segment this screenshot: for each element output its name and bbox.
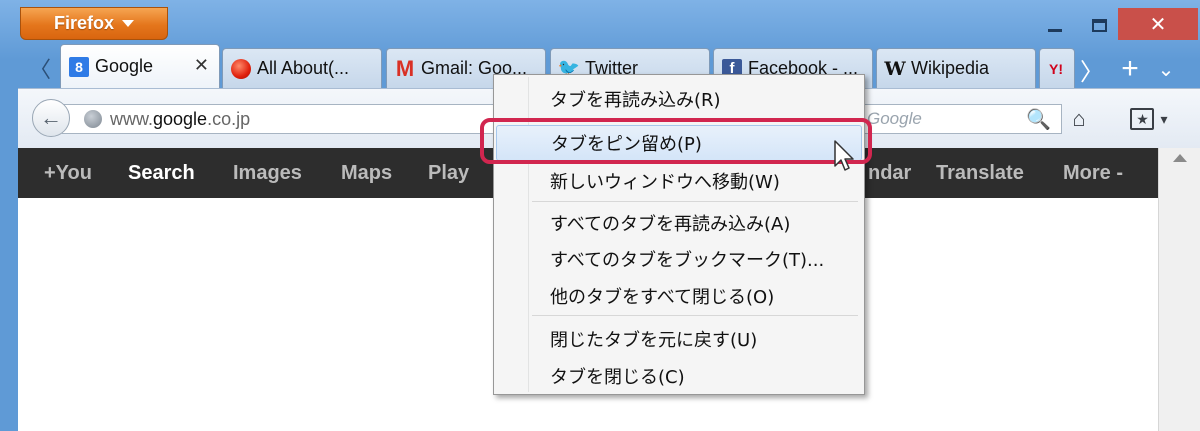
- chevron-down-icon: ⌄: [1157, 58, 1175, 81]
- highlight-annotation: [480, 118, 872, 164]
- search-placeholder: Google: [867, 109, 922, 128]
- menu-item-reload-tab[interactable]: タブを再読み込み(R): [496, 81, 862, 117]
- tab-scroll-left-button[interactable]: 〈: [28, 56, 52, 82]
- bookmarks-button[interactable]: ★ ▾: [1120, 103, 1178, 135]
- menu-item-undo-close-tab[interactable]: 閉じたタブを元に戻す(U): [496, 321, 862, 357]
- gmail-favicon-icon: M: [395, 55, 415, 81]
- allabout-favicon-icon: [231, 58, 251, 79]
- menu-item-bookmark-all-tabs[interactable]: すべてのタブをブックマーク(T)...: [496, 241, 862, 277]
- menu-item-move-to-new-window[interactable]: 新しいウィンドウへ移動(W): [496, 163, 862, 199]
- menu-item-reload-all-tabs[interactable]: すべてのタブを再読み込み(A): [496, 205, 862, 241]
- gbar-item-calendar[interactable]: ndar: [868, 148, 911, 198]
- gbar-item-images[interactable]: Images: [233, 148, 302, 198]
- plus-icon: +: [1121, 52, 1139, 85]
- new-tab-button[interactable]: +: [1116, 52, 1144, 85]
- tab-label: All About(...: [257, 58, 350, 78]
- gbar-item-maps[interactable]: Maps: [341, 148, 392, 198]
- firefox-window: Firefox ✕ 〈 8 Google ✕ All About(... M G…: [0, 0, 1200, 431]
- wikipedia-favicon-icon: W: [884, 57, 906, 80]
- tab-label: Wikipedia: [911, 58, 990, 78]
- dropdown-arrow-icon: [122, 20, 134, 27]
- list-all-tabs-button[interactable]: ⌄: [1152, 56, 1180, 82]
- menu-item-close-other-tabs[interactable]: 他のタブをすべて閉じる(O): [496, 278, 862, 314]
- google-favicon-icon: 8: [69, 56, 89, 77]
- minimize-button[interactable]: [1040, 10, 1070, 40]
- close-icon: ✕: [1149, 13, 1167, 36]
- tab-label: Google: [95, 56, 154, 76]
- gbar-item-translate[interactable]: Translate: [936, 148, 1024, 198]
- tab-scroll-right-button[interactable]: 〉: [1078, 56, 1106, 86]
- menu-item-close-tab[interactable]: タブを閉じる(C): [496, 358, 862, 394]
- menu-separator: [532, 315, 858, 316]
- tab-allabout[interactable]: All About(...: [222, 48, 382, 88]
- gbar-item-search[interactable]: Search: [128, 148, 195, 198]
- tab-google[interactable]: 8 Google ✕: [60, 44, 220, 88]
- home-button[interactable]: ⌂: [1063, 103, 1095, 135]
- yahoo-favicon-icon: Y!: [1049, 60, 1063, 77]
- gbar-item-more[interactable]: More -: [1063, 148, 1123, 198]
- url-text: www.google.co.jp: [110, 108, 251, 129]
- minimize-icon: [1048, 28, 1062, 32]
- chevron-right-icon: 〉: [1080, 58, 1104, 86]
- firefox-menu-button[interactable]: Firefox: [20, 7, 168, 40]
- menu-separator: [532, 201, 858, 202]
- bookmark-star-icon: ★: [1130, 108, 1155, 130]
- chevron-left-icon: 〈: [28, 57, 51, 82]
- maximize-button[interactable]: [1084, 10, 1114, 40]
- scroll-up-arrow-icon[interactable]: [1173, 154, 1187, 162]
- close-window-button[interactable]: ✕: [1118, 8, 1198, 40]
- vertical-scrollbar[interactable]: [1158, 148, 1200, 431]
- back-button[interactable]: ←: [32, 99, 70, 137]
- site-identity-icon[interactable]: [84, 110, 102, 128]
- gbar-item-play[interactable]: Play: [428, 148, 469, 198]
- search-icon[interactable]: 🔍: [1026, 107, 1051, 132]
- gbar-item-you[interactable]: +You: [44, 148, 92, 198]
- tab-yahoo[interactable]: Y!: [1039, 48, 1075, 88]
- tab-wikipedia[interactable]: W Wikipedia: [876, 48, 1036, 88]
- maximize-icon: [1091, 18, 1107, 32]
- back-arrow-icon: ←: [40, 105, 62, 130]
- chevron-down-icon: ▾: [1160, 110, 1168, 127]
- home-icon: ⌂: [1072, 106, 1086, 131]
- firefox-button-label: Firefox: [53, 13, 114, 33]
- close-tab-icon[interactable]: ✕: [194, 55, 209, 76]
- mouse-cursor-icon: [834, 140, 854, 171]
